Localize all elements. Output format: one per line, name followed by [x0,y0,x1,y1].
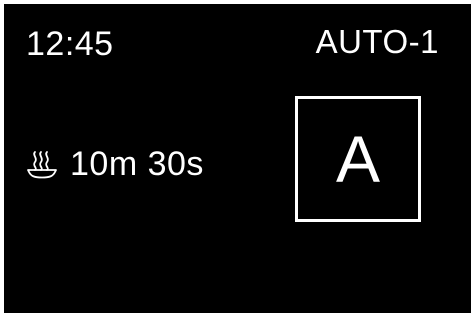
mode-badge-letter: A [335,122,381,196]
device-display: 12:45 AUTO-1 10m 30s A [4,4,471,313]
clock-time: 12:45 [26,25,114,63]
steam-bowl-icon [27,151,57,179]
program-name: AUTO-1 [315,23,439,60]
remaining-time: 10m 30s [26,144,204,184]
timer-value: 10m 30s [70,145,204,183]
mode-badge: A [295,96,421,222]
